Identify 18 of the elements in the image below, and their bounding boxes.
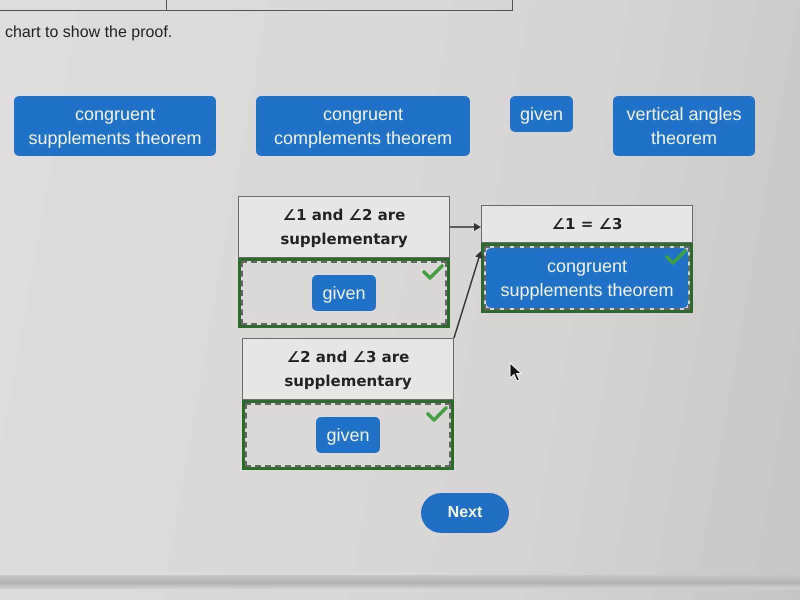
answer-tile[interactable]: given (312, 275, 376, 311)
answer-tile[interactable]: vertical angles theorem (613, 96, 756, 156)
check-icon (665, 249, 687, 265)
next-button[interactable]: Next (421, 493, 509, 533)
answer-tile[interactable]: given (510, 96, 574, 132)
answer-tile[interactable]: congruent supplements theorem (14, 96, 216, 156)
check-icon (426, 406, 448, 422)
statement-box: ∠2 and ∠3 are supplementary (242, 338, 454, 400)
connector-arrow (450, 223, 481, 231)
drop-zone[interactable]: given (238, 258, 450, 328)
instruction-text: chart to show the proof. (5, 23, 172, 43)
answer-tile[interactable]: congruent complements theorem (256, 96, 470, 156)
statement-box: ∠1 = ∠3 (481, 205, 693, 243)
drop-zone[interactable]: given (242, 400, 454, 470)
check-icon (422, 264, 444, 280)
statement-box: ∠1 and ∠2 are supplementary (238, 196, 450, 258)
mouse-pointer-icon (509, 362, 523, 382)
answer-tile[interactable]: given (316, 417, 380, 453)
